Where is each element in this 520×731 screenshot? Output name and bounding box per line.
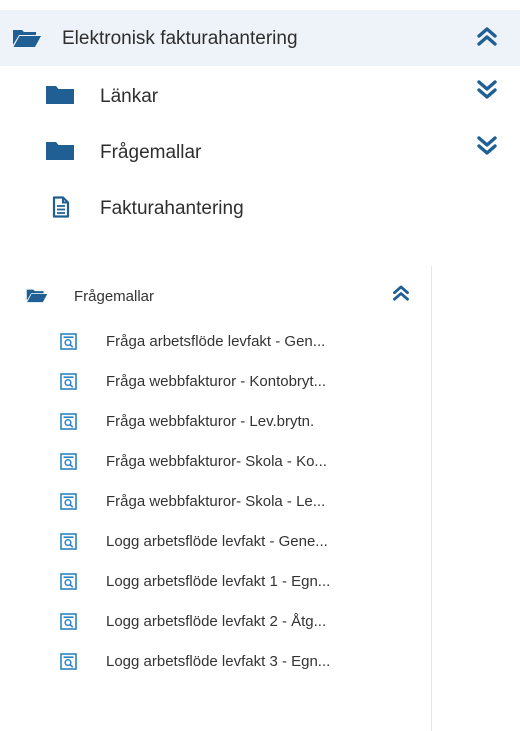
chevron-double-up-icon[interactable]	[476, 27, 498, 47]
panel-title: Frågemallar	[74, 288, 155, 305]
tree-item-label: Länkar	[100, 86, 159, 107]
chevron-double-up-icon[interactable]	[392, 285, 410, 302]
query-icon	[60, 413, 77, 430]
query-item[interactable]: Fråga arbetsflöde levfakt - Gen...	[0, 322, 430, 362]
folder-open-icon	[12, 28, 42, 48]
query-item-label: Logg arbetsflöde levfakt 3 - Egn...	[106, 653, 331, 670]
query-icon	[60, 573, 77, 590]
query-item-label: Logg arbetsflöde levfakt - Gene...	[106, 533, 328, 550]
tree-item-fragemallar[interactable]: Frågemallar	[0, 126, 520, 178]
panel-divider	[431, 266, 432, 731]
document-icon	[52, 196, 70, 218]
query-item[interactable]: Fråga webbfakturor- Skola - Ko...	[0, 442, 430, 482]
panel-header[interactable]: Frågemallar	[0, 276, 430, 316]
query-item-label: Fråga webbfakturor - Lev.brytn.	[106, 413, 315, 430]
folder-icon	[46, 141, 74, 161]
query-item[interactable]: Logg arbetsflöde levfakt 1 - Egn...	[0, 562, 430, 602]
query-icon	[60, 493, 77, 510]
query-item-label: Fråga arbetsflöde levfakt - Gen...	[106, 333, 326, 350]
query-item-label: Fråga webbfakturor- Skola - Ko...	[106, 453, 327, 470]
chevron-double-down-icon[interactable]	[476, 135, 498, 155]
query-item[interactable]: Logg arbetsflöde levfakt 2 - Åtg...	[0, 602, 430, 642]
query-icon	[60, 533, 77, 550]
query-item-label: Fråga webbfakturor - Kontobryt...	[106, 373, 327, 390]
folder-open-icon	[26, 288, 48, 303]
folder-icon	[46, 85, 74, 105]
chevron-double-down-icon[interactable]	[476, 79, 498, 99]
tree-item-lankar[interactable]: Länkar	[0, 70, 520, 122]
query-item[interactable]: Logg arbetsflöde levfakt 3 - Egn...	[0, 642, 430, 682]
query-item[interactable]: Fråga webbfakturor - Lev.brytn.	[0, 402, 430, 442]
query-item[interactable]: Logg arbetsflöde levfakt - Gene...	[0, 522, 430, 562]
query-icon	[60, 333, 77, 350]
query-item-label: Logg arbetsflöde levfakt 1 - Egn...	[106, 573, 331, 590]
query-icon	[60, 453, 77, 470]
query-item[interactable]: Fråga webbfakturor - Kontobryt...	[0, 362, 430, 402]
query-icon	[60, 653, 77, 670]
tree-item-label: Fakturahantering	[100, 198, 244, 219]
tree-item-fakturahantering[interactable]: Fakturahantering	[0, 182, 520, 234]
query-icon	[60, 613, 77, 630]
query-item-label: Logg arbetsflöde levfakt 2 - Åtg...	[106, 613, 327, 630]
tree-item-label: Elektronisk fakturahantering	[62, 28, 298, 49]
tree-item-label: Frågemallar	[100, 142, 202, 163]
tree-item-elektronisk-fakturahantering[interactable]: Elektronisk fakturahantering	[0, 10, 520, 66]
query-item[interactable]: Fråga webbfakturor- Skola - Le...	[0, 482, 430, 522]
query-item-label: Fråga webbfakturor- Skola - Le...	[106, 493, 326, 510]
query-icon	[60, 373, 77, 390]
